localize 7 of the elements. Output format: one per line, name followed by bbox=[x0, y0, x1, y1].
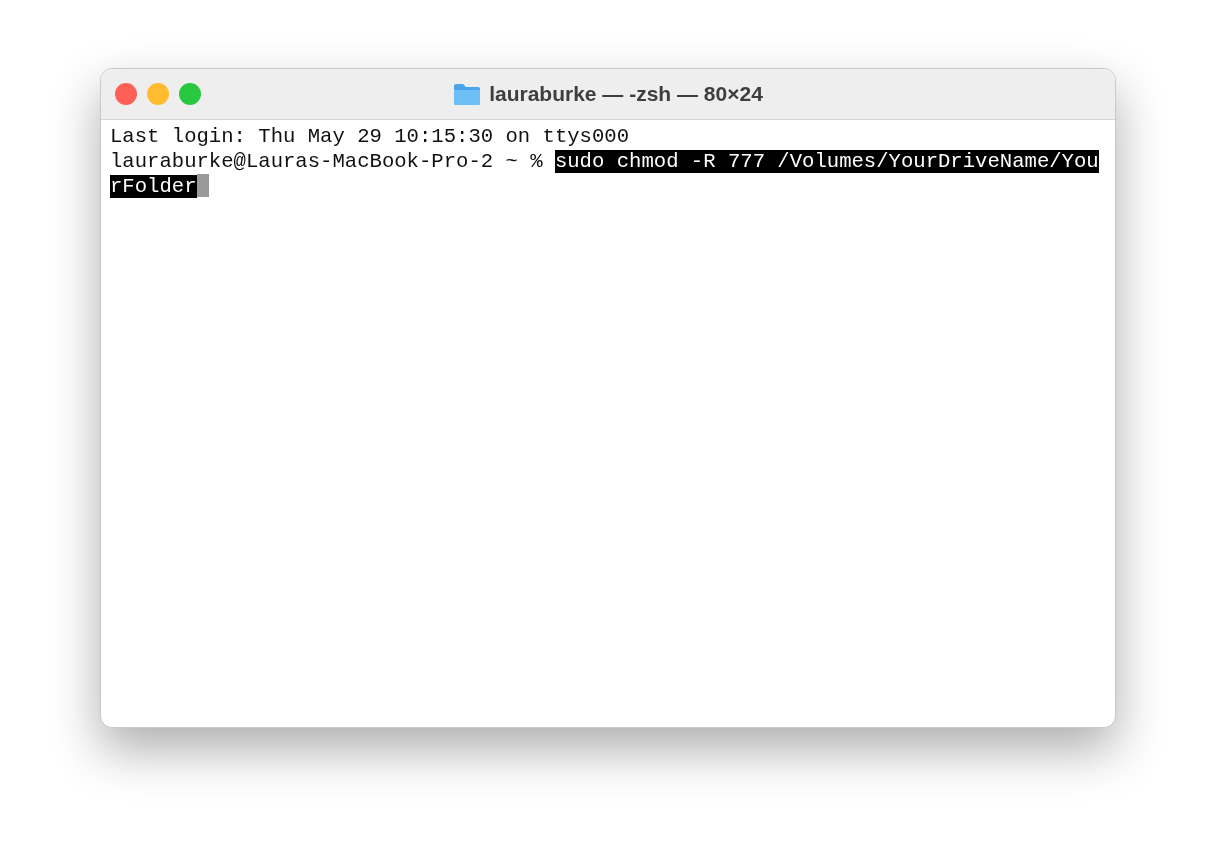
minimize-button[interactable] bbox=[147, 83, 169, 105]
prompt-text: lauraburke@Lauras-MacBook-Pro-2 ~ % bbox=[110, 150, 544, 173]
window-title: lauraburke — -zsh — 80×24 bbox=[489, 82, 763, 106]
close-button[interactable] bbox=[115, 83, 137, 105]
folder-icon bbox=[453, 82, 482, 106]
output-text: Last login: Thu May 29 10:15:30 on ttys000 bbox=[110, 125, 630, 148]
zoom-button[interactable] bbox=[179, 83, 201, 105]
